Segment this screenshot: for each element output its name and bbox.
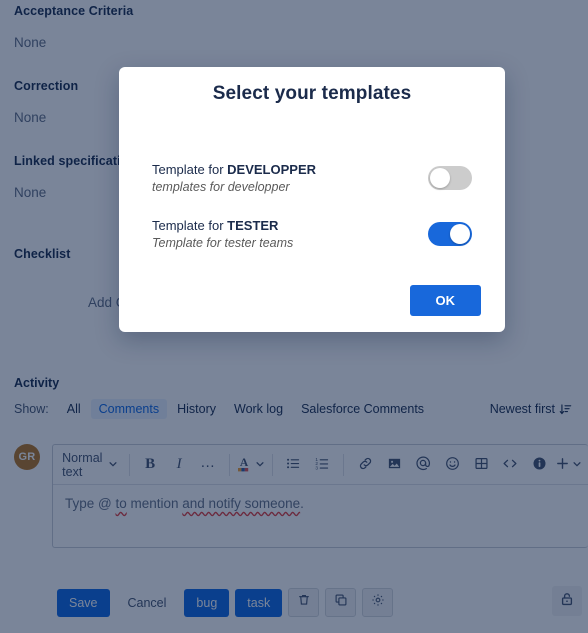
toggle-developper[interactable] [428, 166, 472, 190]
toggle-tester[interactable] [428, 222, 472, 246]
select-templates-dialog: Select your templates Template for DEVEL… [119, 67, 505, 332]
toggle-knob [430, 168, 450, 188]
template-description: Template for tester teams [152, 236, 294, 250]
template-prefix: Template for [152, 218, 228, 233]
template-text: Template for DEVELOPPER templates for de… [152, 162, 316, 194]
template-description: templates for developper [152, 180, 290, 194]
app-root: Acceptance Criteria None Correction None… [0, 0, 588, 633]
template-text: Template for TESTER Template for tester … [152, 218, 293, 250]
dialog-title: Select your templates [212, 83, 412, 104]
template-prefix: Template for [152, 162, 228, 177]
template-row-developper: Template for DEVELOPPER templates for de… [143, 162, 481, 194]
toggle-knob [450, 224, 470, 244]
template-name: Template for TESTER [152, 218, 293, 233]
template-role: TESTER [227, 218, 279, 233]
template-row-tester: Template for TESTER Template for tester … [143, 218, 481, 250]
ok-button[interactable]: OK [409, 285, 481, 316]
template-role: DEVELOPPER [227, 162, 317, 177]
template-name: Template for DEVELOPPER [152, 162, 316, 177]
dialog-footer: OK [409, 285, 481, 316]
